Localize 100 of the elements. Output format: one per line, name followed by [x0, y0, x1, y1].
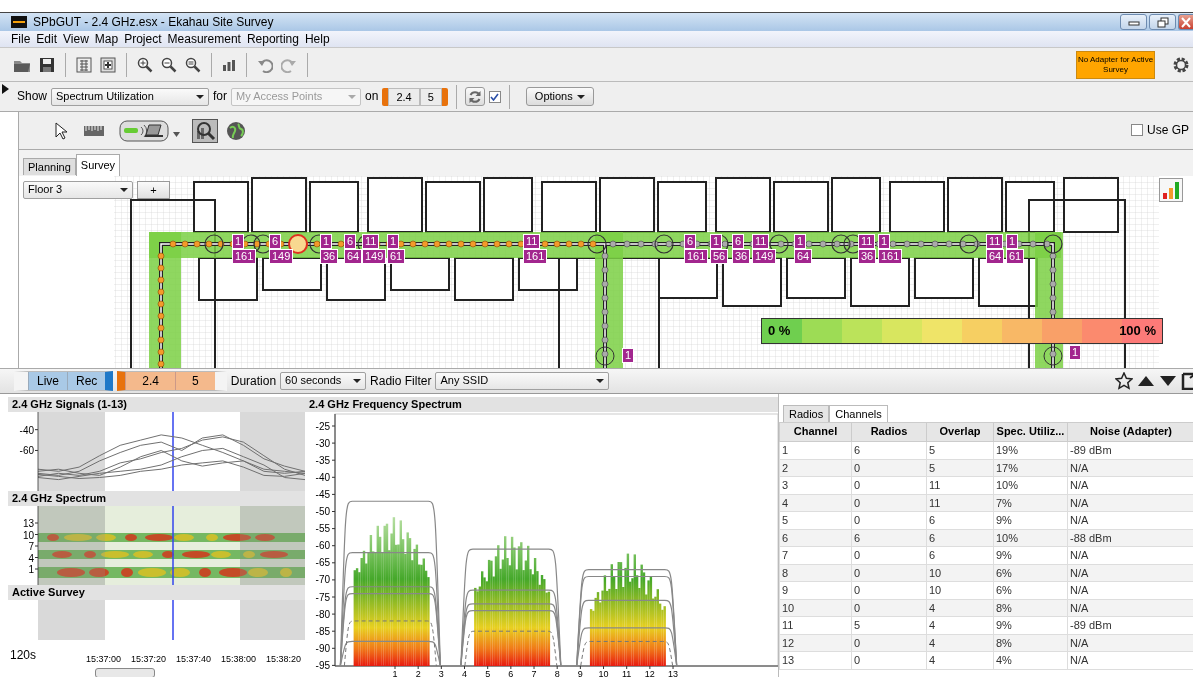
channel-label: 1 — [1069, 345, 1082, 360]
axis-tick-label: 4 — [462, 669, 467, 677]
channel-label: 1 — [387, 234, 400, 249]
channel-label: 1 — [232, 234, 245, 249]
axis-tick-label: 3 — [438, 669, 444, 677]
axis-tick-label: -85 — [315, 625, 330, 637]
axis-tick-label: 4 — [28, 552, 34, 564]
axis-tick-label: -45 — [315, 488, 330, 500]
panel-header: 2.4 GHz Frequency Spectrum — [305, 397, 778, 412]
table-cell: 13 — [779, 651, 852, 669]
channel-label: 56 — [710, 249, 729, 264]
time-tick-label: 15:37:20 — [131, 654, 167, 665]
axis-tick-label: -25 — [315, 420, 330, 432]
axis-tick-label: -75 — [315, 591, 330, 603]
channel-label: 1 — [320, 234, 333, 249]
axis-tick-label: -30 — [315, 437, 330, 449]
channel-label: 1 — [710, 234, 723, 249]
axis-tick-label: 7 — [28, 541, 34, 552]
table-cell: 4% — [993, 651, 1068, 669]
warning-banner: No Adapter for Active Survey — [1076, 50, 1155, 79]
table-cell: 1 — [779, 441, 852, 459]
table-cell: 5 — [779, 511, 852, 529]
axis-tick-label: 12 — [644, 669, 655, 677]
axis-tick-label: 8 — [554, 669, 560, 677]
axis-tick-label: -60 — [19, 445, 34, 457]
table-cell: 9% — [993, 511, 1068, 529]
channel-label: 1 — [1006, 234, 1019, 249]
table-cell: 6 — [926, 546, 994, 564]
panel-header: 2.4 GHz Signals (1-13) — [8, 397, 305, 412]
table-cell: 19% — [993, 441, 1068, 459]
channel-label: 161 — [523, 249, 548, 264]
field-label: Duration — [230, 373, 277, 389]
axis-tick-label: -55 — [315, 523, 330, 535]
channel-label: 36 — [320, 249, 339, 264]
time-tick-label: 15:37:00 — [86, 654, 122, 665]
axis-tick-label: 9 — [577, 669, 583, 677]
axis-tick-label: 11 — [622, 669, 632, 677]
table-cell: 0 — [851, 581, 927, 599]
field-label: Show — [17, 89, 48, 104]
channel-label: 6 — [684, 234, 697, 249]
table-cell: 9% — [993, 546, 1068, 564]
time-span-label: 120s — [10, 648, 37, 663]
channel-label: 6 — [732, 234, 745, 249]
channel-label: 1 — [622, 348, 635, 363]
table-cell: 4 — [926, 616, 994, 634]
axis-tick-label: -95 — [315, 659, 330, 671]
axis-tick-label: -40 — [19, 424, 34, 436]
channel-label: 36 — [858, 249, 877, 264]
channel-label: 149 — [269, 249, 294, 264]
axis-tick-label: 1 — [28, 564, 34, 575]
table-cell: 0 — [851, 546, 927, 564]
axis-tick-label: 7 — [531, 669, 537, 677]
time-tick-label: 15:38:00 — [221, 654, 257, 665]
channel-label: 36 — [732, 249, 751, 264]
scale-min-label: 0 % — [768, 323, 791, 339]
axis-tick-label: 13 — [668, 669, 679, 677]
table-cell: 5 — [926, 441, 994, 459]
axis-tick-label: 2 — [415, 669, 421, 677]
axis-tick-label: -50 — [315, 506, 330, 517]
field-label: Radio Filter — [370, 373, 432, 389]
axis-tick-label: -65 — [315, 557, 330, 569]
axis-tick-label: -35 — [315, 454, 330, 466]
axis-tick-label: -70 — [315, 574, 330, 586]
axis-tick-label: 10 — [598, 669, 609, 677]
table-cell: 9% — [993, 616, 1068, 634]
channel-label: 161 — [878, 249, 903, 264]
axis-tick-label: 13 — [22, 518, 34, 529]
panel-header: Active Survey — [8, 585, 305, 600]
channel-label: 149 — [362, 249, 387, 264]
scale-max-label: 100 % — [1119, 323, 1156, 339]
channel-label: 11 — [986, 234, 1004, 249]
table-cell: 3 — [779, 476, 852, 494]
channel-label: 6 — [269, 234, 282, 249]
channel-label: 11 — [523, 234, 541, 249]
channel-label: 11 — [858, 234, 876, 249]
axis-tick-label: -40 — [315, 471, 330, 483]
table-cell: 9 — [779, 581, 852, 599]
table-cell: 10 — [926, 581, 994, 599]
table-cell: 5 — [851, 616, 927, 634]
channel-label: 1 — [794, 234, 807, 249]
channel-label: 64 — [344, 249, 363, 264]
axis-tick-label: 10 — [22, 529, 34, 541]
table-cell: 0 — [851, 651, 927, 669]
channel-label: 161 — [232, 249, 257, 264]
channel-label: 61 — [1006, 249, 1025, 264]
time-tick-label: 15:38:20 — [266, 654, 302, 665]
table-cell: 6% — [993, 581, 1068, 599]
axis-tick-label: 1 — [392, 669, 398, 677]
panel-header: 2.4 GHz Spectrum — [8, 491, 305, 506]
channel-label: 11 — [362, 234, 380, 249]
axis-tick-label: -80 — [315, 608, 330, 620]
checkbox-label: Use GP — [1147, 123, 1189, 138]
table-cell: 6 — [851, 441, 927, 459]
channel-label: 11 — [752, 234, 770, 249]
field-label: for — [213, 89, 228, 104]
table-cell: 11 — [926, 476, 994, 494]
channel-label: 64 — [794, 249, 813, 264]
channel-label: 6 — [344, 234, 357, 249]
table-cell: 4 — [926, 651, 994, 669]
channel-label: 64 — [986, 249, 1005, 264]
